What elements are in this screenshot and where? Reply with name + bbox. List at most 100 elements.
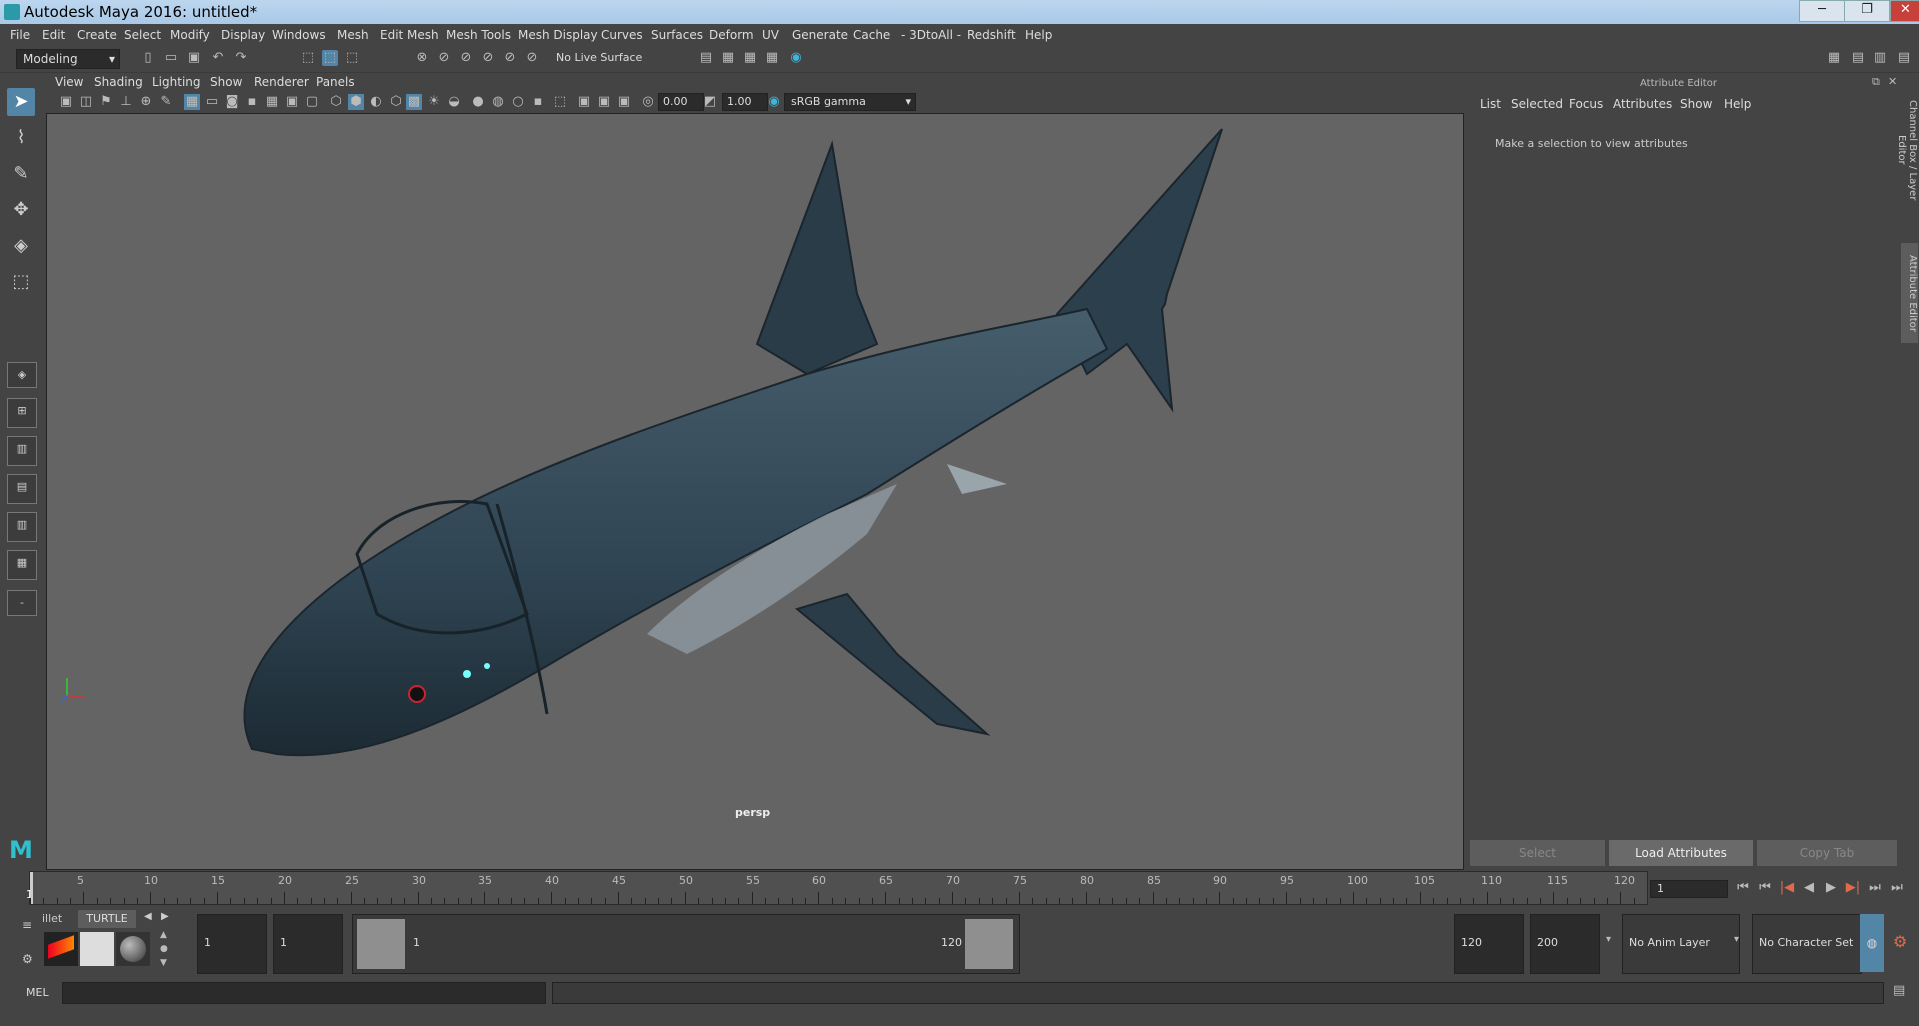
panel-menu-shading[interactable]: Shading [94,75,143,89]
live-surface-label[interactable]: No Live Surface [556,51,642,64]
select-tool-icon[interactable]: ➤ [7,88,35,116]
gamma-icon[interactable]: ◩ [702,94,718,110]
step-back-frame-icon[interactable]: |◀ [1779,880,1795,896]
resolution-gate-icon[interactable]: ◙ [224,94,240,110]
menu-mesh-tools[interactable]: Mesh Tools [446,28,511,42]
shelf-up-icon[interactable]: ▲ [160,930,167,940]
select-by-object-icon[interactable]: ⬚ [322,50,338,66]
tool-settings-icon[interactable]: ▥ [1872,50,1888,66]
current-frame-field[interactable]: 1 [1650,880,1728,898]
attribute-editor-toggle-icon[interactable]: ▤ [1850,50,1866,66]
single-perspective-layout-icon[interactable]: ◈ [7,362,37,388]
menu-generate[interactable]: Generate [792,28,848,42]
go-to-start-icon[interactable]: ⏮ [1735,880,1751,896]
menu-mesh[interactable]: Mesh [337,28,369,42]
gate-mask-icon[interactable]: ▪ [244,94,260,110]
ae-menu-attributes[interactable]: Attributes [1613,97,1672,111]
panel-menu-renderer[interactable]: Renderer [254,75,309,89]
range-slider[interactable]: 1 120 [352,914,1020,974]
select-camera-icon[interactable]: ▣ [58,94,74,110]
character-set-dropdown[interactable]: No Character Set [1752,914,1862,974]
ae-menu-focus[interactable]: Focus [1569,97,1603,111]
xray-icon[interactable]: ▣ [576,94,592,110]
wireframe-on-shaded-icon[interactable]: ⬡ [388,94,404,110]
step-forward-frame-icon[interactable]: ▶| [1845,880,1861,896]
default-material-icon[interactable]: ◐ [368,94,384,110]
use-all-lights-icon[interactable]: ☀ [426,94,442,110]
step-forward-key-icon[interactable]: ⏭ [1867,880,1883,896]
snap-vertex-icon[interactable]: ⊘ [524,50,540,66]
panel-menu-show[interactable]: Show [210,75,242,89]
shelf-scroll-right-icon[interactable]: ▶ [161,911,169,922]
menu-edit-mesh[interactable]: Edit Mesh [380,28,439,42]
textured-icon[interactable]: ▩ [406,94,422,110]
menu-uv[interactable]: UV [762,28,779,42]
ipr-render-icon[interactable]: ▦ [742,50,758,66]
move-tool-icon[interactable]: ✥ [7,196,35,224]
shader-ball-shelf-icon[interactable] [80,932,114,966]
command-language-toggle[interactable]: MEL [26,986,49,999]
redshift-shelf-icon[interactable] [44,932,78,966]
anti-aliasing-icon[interactable]: ○ [510,94,526,110]
safe-action-icon[interactable]: ▣ [284,94,300,110]
save-scene-icon[interactable]: ▣ [186,50,202,66]
float-panel-icon[interactable]: ⧉ [1872,75,1880,89]
range-start-handle[interactable] [357,919,405,969]
redo-icon[interactable]: ↷ [233,50,249,66]
menu-create[interactable]: Create [77,28,117,42]
grid-toggle-icon[interactable]: ▦ [184,94,200,110]
menu-select[interactable]: Select [124,28,161,42]
persp-graph-layout-icon[interactable]: ▤ [7,474,37,504]
menu-set-dropdown[interactable]: Modeling ▾ [16,49,120,69]
field-chart-icon[interactable]: ▦ [264,94,280,110]
shelf-more-icon[interactable]: ▼ [160,958,167,968]
undo-icon[interactable]: ↶ [210,50,226,66]
tab-channel-box[interactable]: Channel Box / Layer Editor [1896,85,1918,215]
shadows-icon[interactable]: ◒ [446,94,462,110]
menu-surfaces[interactable]: Surfaces [651,28,703,42]
shelf-down-icon[interactable]: ● [160,944,168,954]
close-panel-icon[interactable]: ✕ [1888,75,1897,88]
color-management-icon[interactable]: ◉ [766,94,782,110]
menu-modify[interactable]: Modify [170,28,210,42]
four-view-layout-icon[interactable]: ⊞ [7,398,37,428]
persp-outliner-layout-icon[interactable]: ▥ [7,436,37,466]
select-button[interactable]: Select [1470,840,1605,866]
time-slider[interactable]: 1 51015202530354045505560657075808590951… [26,871,1648,905]
safe-title-icon[interactable]: ▢ [304,94,320,110]
anim-layer-dropdown[interactable]: No Anim Layer [1622,914,1740,974]
channel-box-icon[interactable]: ▤ [1896,50,1912,66]
menu-windows[interactable]: Windows [272,28,326,42]
ae-menu-show[interactable]: Show [1680,97,1712,111]
snap-surface-icon[interactable]: ⊘ [502,50,518,66]
modeling-toolkit-icon[interactable]: ▦ [1826,50,1842,66]
grease-pencil-icon[interactable]: ✎ [158,94,174,110]
menu-help[interactable]: Help [1025,28,1052,42]
menu-display[interactable]: Display [221,28,265,42]
menu-curves[interactable]: Curves [601,28,643,42]
sphere-shelf-icon[interactable] [116,932,150,966]
menu-cache[interactable]: Cache [853,28,890,42]
start-time-field[interactable]: 1 [197,914,267,974]
chevron-down-icon[interactable]: ▾ [1734,934,1739,945]
play-forward-icon[interactable]: ▶ [1823,880,1839,896]
new-scene-icon[interactable]: ▯ [140,50,156,66]
render-settings-icon[interactable]: ▤ [698,50,714,66]
layout-options-icon[interactable]: - [7,590,37,616]
snap-view-icon[interactable]: ⊘ [480,50,496,66]
panel-menu-lighting[interactable]: Lighting [152,75,201,89]
render-view-icon[interactable]: ▦ [764,50,780,66]
persp-hypershade-layout-icon[interactable]: ▥ [7,512,37,542]
snap-grid-icon[interactable]: ⊗ [414,50,430,66]
ae-menu-selected[interactable]: Selected [1511,97,1563,111]
command-input[interactable] [62,982,546,1004]
select-by-hierarchy-icon[interactable]: ⬚ [300,50,316,66]
range-end-handle[interactable] [965,919,1013,969]
screen-space-ao-icon[interactable]: ● [470,94,486,110]
copy-tab-button[interactable]: Copy Tab [1757,840,1897,866]
2d-pan-zoom-icon[interactable]: ⊕ [138,94,154,110]
maximize-button[interactable]: ❐ [1844,0,1890,22]
menu-edit[interactable]: Edit [42,28,65,42]
menu-file[interactable]: File [10,28,30,42]
render-frame-icon[interactable]: ▦ [720,50,736,66]
